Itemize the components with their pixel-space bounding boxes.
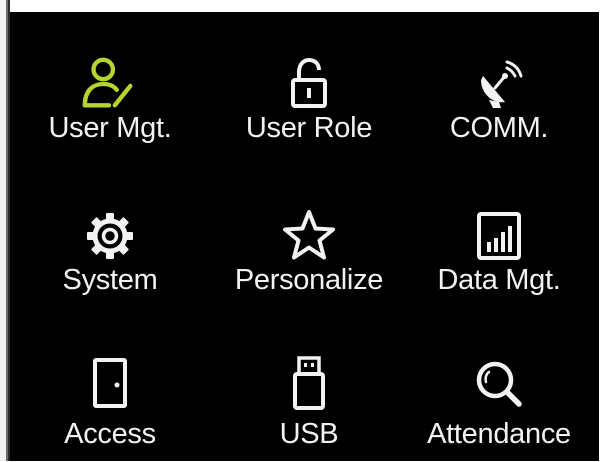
- main-menu-grid: User Mgt. User Role COMM. System Persona…: [10, 12, 599, 461]
- device-frame: User Mgt. User Role COMM. System Persona…: [0, 0, 609, 461]
- menu-label-comm: COMM.: [449, 112, 549, 144]
- usb-drive-icon: [279, 354, 339, 414]
- menu-label-usb: USB: [279, 418, 339, 450]
- search-icon: [469, 354, 529, 414]
- menu-item-user-role[interactable]: User Role: [214, 32, 404, 162]
- menu-item-usb[interactable]: USB: [214, 332, 404, 462]
- satellite-dish-icon: [469, 54, 529, 114]
- menu-item-access[interactable]: Access: [15, 332, 205, 462]
- menu-label-user-mgt: User Mgt.: [48, 112, 172, 144]
- bar-chart-icon: [469, 206, 529, 266]
- menu-label-data-mgt: Data Mgt.: [437, 264, 561, 296]
- menu-item-attendance[interactable]: Attendance: [404, 332, 594, 462]
- star-icon: [279, 206, 339, 266]
- menu-label-system: System: [62, 264, 158, 296]
- menu-label-user-role: User Role: [245, 112, 373, 144]
- screen-bezel-edge: [0, 0, 10, 461]
- menu-item-user-mgt[interactable]: User Mgt.: [15, 32, 205, 162]
- door-icon: [80, 354, 140, 414]
- menu-label-access: Access: [64, 418, 156, 450]
- lock-icon: [279, 54, 339, 114]
- user-edit-icon: [80, 54, 140, 114]
- menu-item-system[interactable]: System: [15, 184, 205, 314]
- menu-item-personalize[interactable]: Personalize: [214, 184, 404, 314]
- main-menu-screen: User Mgt. User Role COMM. System Persona…: [10, 12, 599, 461]
- gear-icon: [80, 206, 140, 266]
- menu-item-data-mgt[interactable]: Data Mgt.: [404, 184, 594, 314]
- menu-label-attendance: Attendance: [427, 418, 571, 450]
- menu-label-personalize: Personalize: [234, 264, 384, 296]
- menu-item-comm[interactable]: COMM.: [404, 32, 594, 162]
